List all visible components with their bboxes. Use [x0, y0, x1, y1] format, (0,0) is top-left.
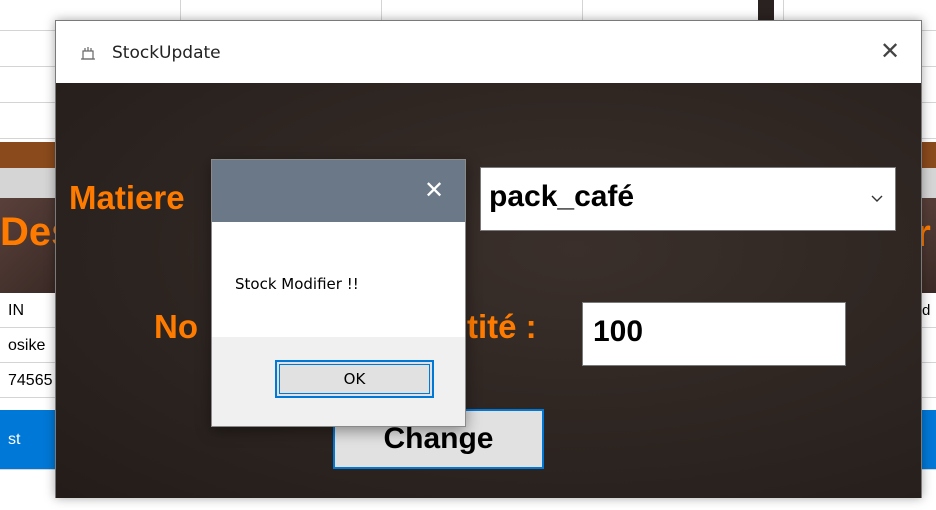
chevron-down-icon	[867, 186, 887, 210]
matiere-select-value: pack_café	[489, 180, 635, 213]
background-table-cell-right[interactable]: d	[920, 293, 936, 328]
background-table-row-selected[interactable]: st	[0, 410, 56, 470]
window-titlebar[interactable]: StockUpdate ✕	[56, 21, 921, 83]
background-table-row[interactable]: IN	[0, 293, 56, 328]
message-dialog: ✕ Stock Modifier !! OK	[211, 159, 466, 427]
app-icon	[80, 45, 96, 61]
window-close-button[interactable]: ✕	[859, 21, 921, 83]
dialog-footer: OK	[212, 337, 465, 426]
quantity-input[interactable]: 100	[582, 302, 846, 366]
dialog-titlebar[interactable]: ✕	[212, 160, 465, 222]
quantite-label-left: No	[154, 308, 198, 345]
quantite-label-right: tité :	[467, 308, 537, 345]
background-table-row[interactable]: osike	[0, 328, 56, 363]
stock-update-window: StockUpdate ✕ Matiere pack_café No tité …	[55, 20, 922, 498]
background-table-row[interactable]: 74565	[0, 363, 56, 398]
background-table-cell-right-selected[interactable]	[920, 410, 936, 470]
ok-button[interactable]: OK	[275, 360, 434, 398]
close-icon: ✕	[879, 37, 901, 65]
background-table-cell-right[interactable]	[920, 363, 936, 398]
window-title: StockUpdate	[112, 43, 221, 63]
close-icon: ✕	[423, 176, 445, 204]
dialog-close-button[interactable]: ✕	[403, 160, 465, 222]
matiere-select[interactable]: pack_café	[480, 167, 896, 231]
dialog-content: Stock Modifier !!	[212, 222, 465, 337]
background-table-cell-right[interactable]	[920, 328, 936, 363]
matiere-label: Matiere	[69, 179, 185, 216]
window-body: Matiere pack_café No tité : 100 Change	[56, 83, 921, 498]
dialog-message: Stock Modifier !!	[235, 275, 359, 293]
